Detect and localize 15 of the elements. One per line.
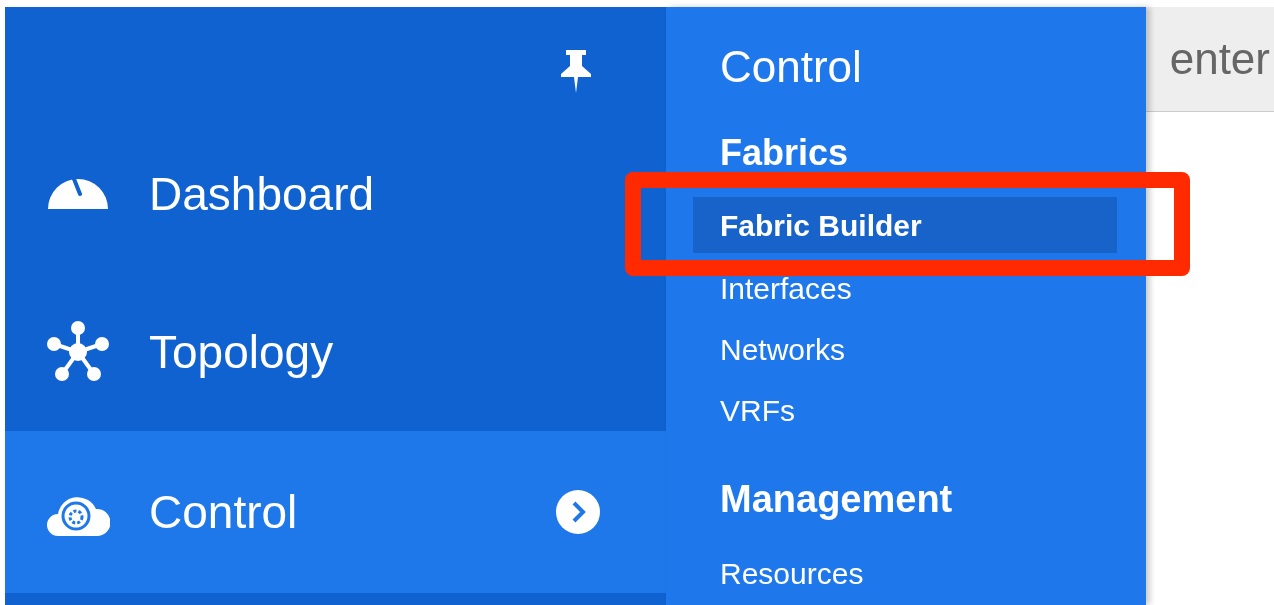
sidebar-item[interactable]: Control: [5, 431, 666, 593]
submenu-item[interactable]: Networks: [693, 319, 1117, 380]
submenu-item[interactable]: Resources: [693, 543, 1117, 604]
submenu-item[interactable]: Interfaces: [693, 258, 1117, 319]
section-heading: Management: [719, 477, 954, 521]
header-title: enter: [1169, 33, 1270, 85]
sidebar-label: Control: [149, 484, 299, 540]
submenu-item[interactable]: Fabric Builder: [693, 197, 1117, 253]
submenu-item[interactable]: VRFs: [693, 380, 1117, 441]
sidebar-label: Topology: [149, 324, 335, 380]
section-heading: Fabrics: [719, 131, 850, 175]
sidebar-label: Dashboard: [149, 166, 376, 222]
network-hub-icon: [46, 320, 110, 384]
gauge-icon: [47, 178, 109, 210]
submenu-title: Control: [719, 43, 863, 91]
